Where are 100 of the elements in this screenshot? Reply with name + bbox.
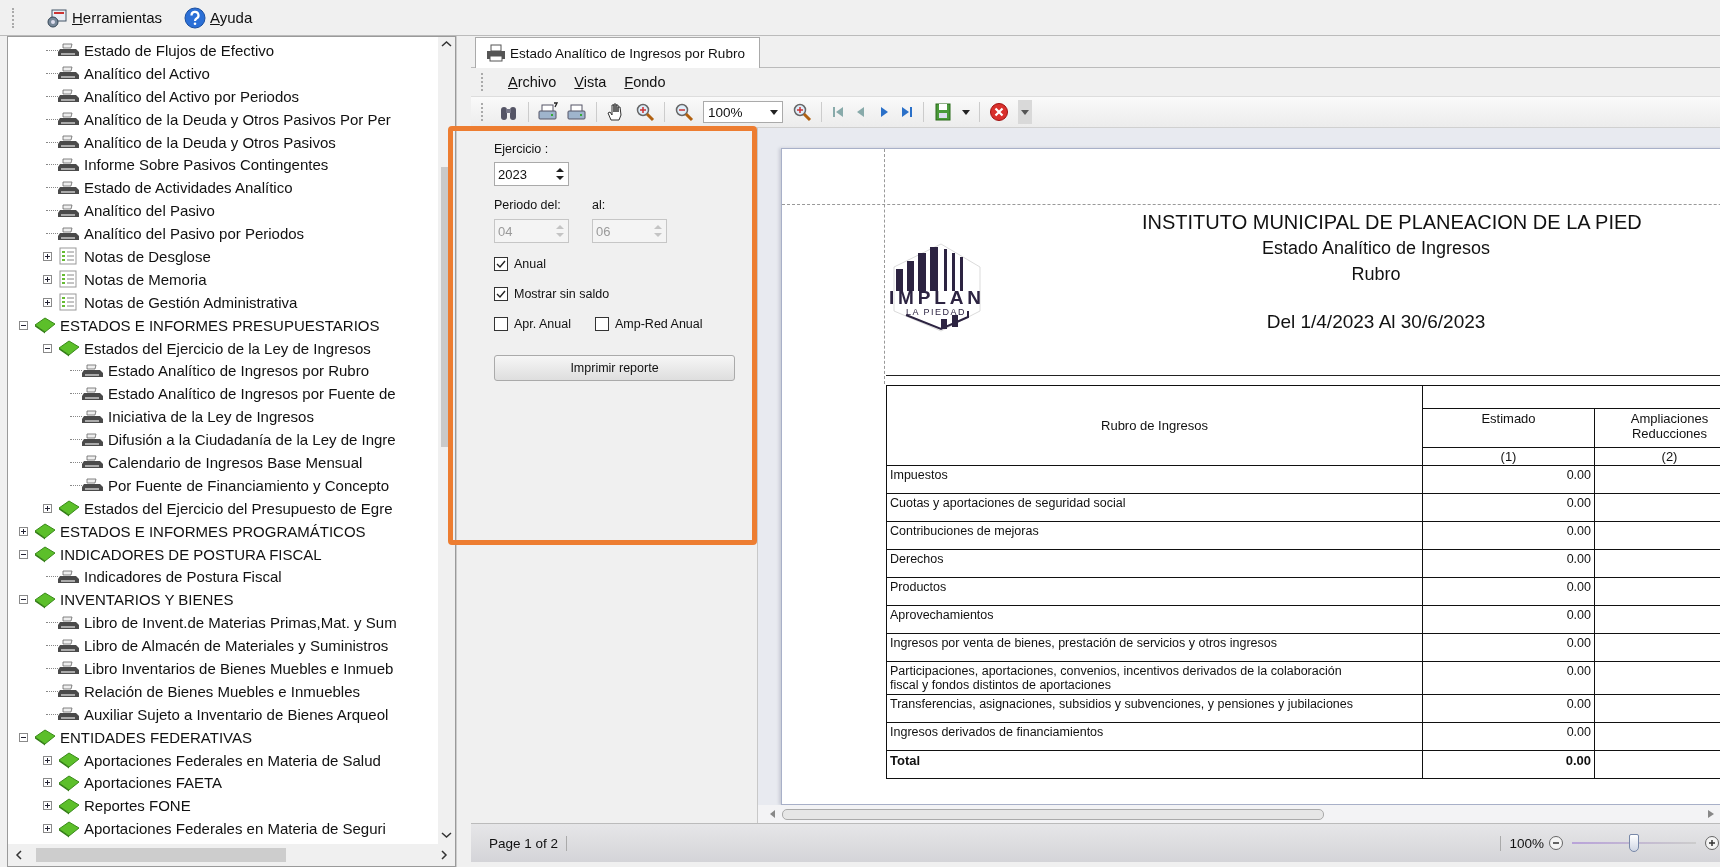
zoom-in-icon[interactable] — [1704, 835, 1720, 851]
checkbox-label[interactable]: Mostrar sin saldo — [514, 287, 610, 301]
amount: 0.00 — [1565, 753, 1591, 768]
caret-icon[interactable] — [770, 109, 778, 115]
scroll-left-icon[interactable] — [14, 849, 24, 861]
tree-item[interactable]: Analítico de la Deuda y Otros Pasivos Por Per — [82, 110, 391, 128]
menu-item[interactable]: Vista — [574, 74, 607, 90]
report-period: Del 1/4/2023 Al 30/6/2023 — [1266, 310, 1486, 334]
tree-item[interactable]: Libro de Almacén de Materiales y Suministros — [82, 637, 389, 655]
expand-icon[interactable] — [42, 251, 52, 261]
tree-item[interactable]: Estados del Ejercicio del Presupuesto de Egre — [82, 499, 393, 517]
scrollbar-thumb[interactable] — [782, 808, 1324, 820]
checkbox-label[interactable]: Anual — [514, 257, 546, 271]
tree-item[interactable]: Estado de Actividades Analítico — [82, 179, 293, 197]
tree-item[interactable]: Estado de Flujos de Efectivo — [82, 41, 275, 59]
collapse-icon[interactable] — [42, 343, 52, 353]
tree-item[interactable]: INVENTARIOS Y BIENES — [58, 591, 234, 609]
tree-item[interactable]: Estados del Ejercicio de la Ley de Ingresos — [82, 339, 371, 357]
collapse-icon[interactable] — [18, 549, 28, 559]
zoom-level: 100% — [1500, 835, 1544, 851]
tree-item[interactable]: Difusión a la Ciudadanía de la Ley de Ingre — [106, 431, 396, 449]
tree-item[interactable]: Aportaciones Federales en Materia de Seguri — [82, 820, 386, 838]
row-label: Transferencias, asignaciones, subsidios y subvenciones, y pensiones y jubilaciones — [890, 697, 1353, 711]
document-tab[interactable]: Estado Analítico de Ingresos por Rubro — [475, 37, 760, 68]
tree-item[interactable]: Estado Analítico de Ingresos por Fuente de — [106, 385, 396, 403]
zoom-in-icon[interactable] — [792, 102, 812, 122]
checkbox[interactable] — [494, 317, 508, 331]
tree-item[interactable]: Indicadores de Postura Fiscal — [82, 568, 282, 586]
zoom-dropdown[interactable]: 100% — [703, 101, 783, 123]
checkbox[interactable] — [595, 317, 609, 331]
row-label: Ingresos derivados de financiamientos — [890, 725, 1104, 739]
menu-item[interactable]: Herramientas — [40, 5, 169, 30]
printer-question-icon[interactable] — [538, 102, 558, 122]
expand-icon[interactable] — [42, 503, 52, 513]
expand-icon[interactable] — [42, 801, 52, 811]
tree-item[interactable]: Estado Analítico de Ingresos por Rubro — [106, 362, 369, 380]
zoom-out-icon[interactable] — [1548, 835, 1564, 851]
tree-item[interactable]: Analítico de la Deuda y Otros Pasivos — [82, 133, 336, 151]
tree-item[interactable]: ENTIDADES FEDERATIVAS — [58, 728, 252, 746]
tree-item[interactable]: ESTADOS E INFORMES PRESUPUESTARIOS — [58, 316, 380, 334]
menu-item[interactable]: Archivo — [508, 74, 557, 90]
tree-item[interactable]: Informe Sobre Pasivos Contingentes — [82, 156, 329, 174]
collapse-icon[interactable] — [18, 595, 28, 605]
row-label: Ingresos por venta de bienes, prestación de servicios y otros ingresos — [890, 636, 1277, 650]
checkbox-label[interactable]: Amp-Red Anual — [615, 317, 703, 331]
book-icon — [58, 339, 80, 357]
amount: 0.00 — [1566, 725, 1591, 739]
menu-item[interactable]: Ayuda — [178, 4, 259, 31]
collapse-icon[interactable] — [18, 320, 28, 330]
menu-item[interactable]: Fondo — [624, 74, 666, 90]
tree-item[interactable]: Notas de Gestión Administrativa — [82, 293, 298, 311]
printer-icon — [82, 477, 104, 494]
book-icon — [58, 751, 80, 770]
printer-icon — [82, 454, 104, 471]
spin-arrows-icon[interactable] — [555, 165, 565, 183]
scrollbar-thumb[interactable] — [36, 848, 286, 862]
tree-item[interactable]: Libro Inventarios de Bienes Muebles e Inmueb — [82, 660, 394, 677]
expand-icon[interactable] — [42, 297, 52, 307]
tree-item[interactable]: Calendario de Ingresos Base Mensual — [106, 453, 363, 471]
zoom-in-icon[interactable] — [635, 102, 655, 122]
printer-icon — [58, 706, 80, 723]
checkbox[interactable] — [494, 257, 508, 271]
slider-thumb[interactable] — [1629, 834, 1639, 852]
collapse-icon[interactable] — [18, 732, 28, 742]
tree-item[interactable]: Analítico del Pasivo por Periodos — [82, 225, 305, 243]
field-label: Periodo del: — [494, 198, 562, 214]
expand-icon[interactable] — [42, 274, 52, 284]
expand-icon[interactable] — [42, 755, 52, 765]
print-report-button[interactable]: Imprimir reporte — [494, 355, 735, 381]
caret-icon[interactable] — [962, 109, 970, 115]
tree-item[interactable]: Notas de Desglose — [82, 247, 211, 265]
tree-item[interactable]: Analítico del Pasivo — [82, 202, 215, 220]
checkbox[interactable] — [494, 287, 508, 301]
export-icon[interactable] — [933, 102, 953, 122]
scroll-right-icon[interactable] — [439, 849, 449, 861]
tree-item[interactable]: Analítico del Activo — [82, 64, 210, 82]
tree-item[interactable]: ESTADOS E INFORMES PROGRAMÁTICOS — [58, 522, 366, 540]
tree-item[interactable]: Notas de Memoria — [82, 270, 207, 288]
tree-item[interactable]: Reportes FONE — [82, 797, 191, 815]
tree-item[interactable]: Aportaciones FAETA — [82, 774, 223, 792]
tree-item[interactable]: INDICADORES DE POSTURA FISCAL — [58, 545, 322, 563]
tree-item[interactable]: Analítico del Activo por Periodos — [82, 87, 300, 105]
tree-item[interactable]: Relación de Bienes Muebles e Inmuebles — [82, 682, 360, 700]
expand-icon[interactable] — [42, 778, 52, 788]
amount: 0.00 — [1566, 664, 1591, 678]
printer-icon[interactable] — [567, 102, 587, 122]
last-page-icon[interactable] — [900, 105, 914, 119]
expand-icon[interactable] — [42, 824, 52, 834]
spin-field[interactable]: 2023 — [494, 162, 569, 186]
zoom-out-icon[interactable] — [674, 102, 694, 122]
close-icon[interactable] — [989, 102, 1009, 122]
overflow-button[interactable] — [1018, 100, 1032, 124]
tree-item[interactable]: Aportaciones Federales en Materia de Salud — [82, 751, 381, 769]
checkbox-label[interactable]: Apr. Anual — [514, 317, 571, 331]
printer-icon — [58, 225, 80, 242]
tree-item[interactable]: Auxiliar Sujeto a Inventario de Bienes Arqueol — [82, 705, 389, 723]
expand-icon[interactable] — [18, 526, 28, 536]
tree-item[interactable]: Libro de Invent.de Materias Primas,Mat. y Sum — [82, 614, 397, 632]
tree-item[interactable]: Por Fuente de Financiamiento y Concepto — [106, 476, 389, 494]
tree-item[interactable]: Iniciativa de la Ley de Ingresos — [106, 408, 314, 426]
